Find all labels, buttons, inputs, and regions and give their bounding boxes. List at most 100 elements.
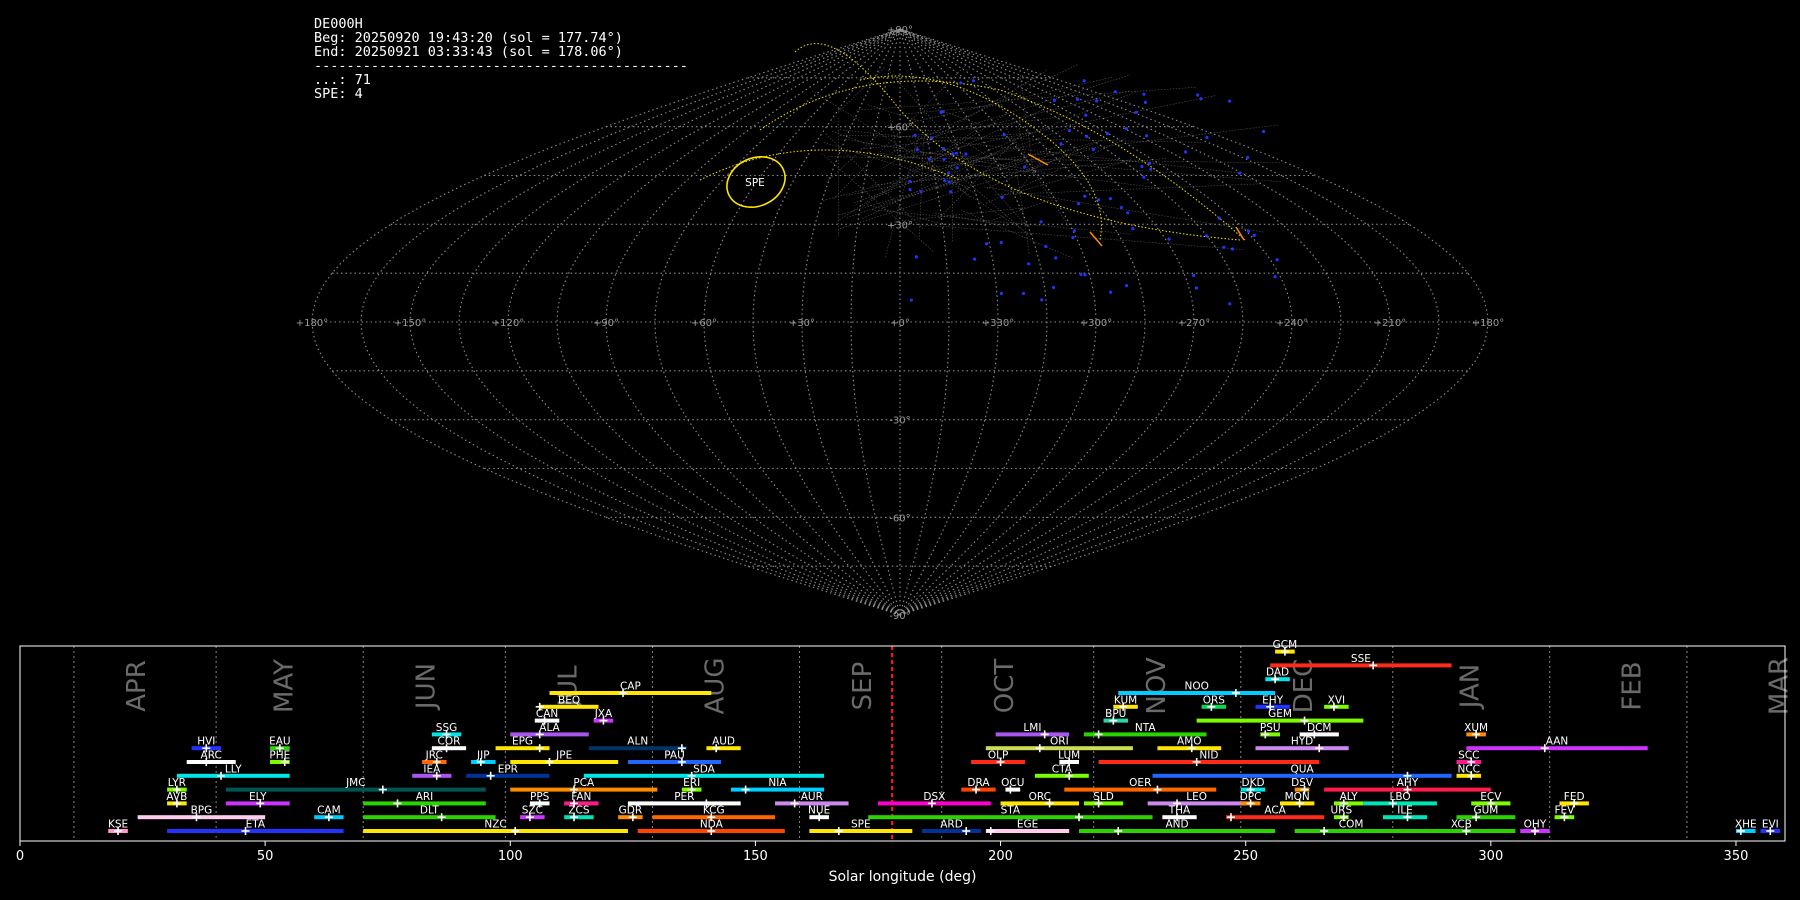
shower-code-label: DAD: [1266, 667, 1289, 679]
shower-code-label: DPC: [1240, 791, 1262, 803]
shower-code-label: ECV: [1480, 791, 1502, 803]
meteor-endpoint: [1082, 79, 1086, 83]
meteor-endpoint: [1084, 113, 1088, 117]
meteor-trail: [871, 191, 893, 200]
meteor-endpoint: [1205, 135, 1209, 140]
meteor-endpoint: [943, 179, 947, 183]
shower-code-label: ORS: [1203, 694, 1226, 706]
shower-code-label: PER: [674, 791, 694, 803]
shower-kse: KSE: [108, 819, 128, 835]
meteor-endpoint: [1149, 167, 1153, 171]
meteor-endpoint: [955, 166, 959, 170]
meteor-endpoint: [971, 79, 976, 83]
shower-code-label: SCC: [1458, 750, 1479, 762]
month-label: MAY: [269, 659, 299, 713]
shower-aan: AAN: [1466, 736, 1648, 753]
meteor-trail: [825, 133, 923, 230]
shower-code-label: AHY: [1397, 777, 1419, 789]
meteor-endpoint: [1246, 229, 1251, 233]
shower-code-label: BPG: [191, 805, 213, 817]
meteor-endpoint: [1125, 284, 1129, 288]
shower-code-label: JMC: [345, 777, 366, 789]
meteor-endpoint: [1142, 175, 1146, 179]
meteor-endpoint: [1140, 164, 1144, 169]
shower-gcm: GCM: [1273, 640, 1297, 656]
shower-aud: AUD: [706, 736, 741, 753]
shower-epr: EPR: [466, 763, 550, 780]
meteor-endpoint: [1143, 100, 1147, 104]
shower-code-label: ILE: [1397, 805, 1413, 817]
latitude-label: -30°: [889, 416, 910, 427]
shower-code-label: EPG: [512, 736, 533, 748]
shower-code-label: ELY: [249, 791, 267, 803]
meteor-endpoint: [1238, 171, 1242, 175]
meteor-endpoint: [947, 171, 951, 175]
shower-nid: NID: [1098, 750, 1320, 766]
longitude-label: +90°: [593, 318, 619, 329]
x-axis-label: Solar longitude (deg): [829, 869, 977, 885]
shower-timeline-chart: APR MAY JUN JUL AUG SEP OCT NOV DEC JAN FEB MARGCMS…: [16, 640, 1795, 885]
spe-meteor-trail: [859, 75, 1102, 241]
meteor-trail: [856, 87, 1196, 111]
shower-cta: CTA: [1034, 763, 1089, 780]
shower-code-label: LEO: [1186, 791, 1207, 803]
meteor-endpoint: [1228, 99, 1232, 103]
meteor-endpoint: [1095, 99, 1099, 103]
meteor-trail: [845, 138, 1046, 173]
shower-code-label: FED: [1564, 791, 1585, 803]
longitude-label: +0°: [890, 318, 910, 329]
meteor-endpoint: [913, 133, 917, 137]
shower-code-label: CAP: [620, 681, 641, 693]
shower-code-label: GDR: [619, 805, 643, 817]
meteor-endpoint: [1230, 247, 1234, 251]
meteor-endpoint: [1196, 93, 1200, 97]
shower-code-label: PPS: [530, 791, 550, 803]
meteor-trail: [985, 138, 1127, 205]
meteor-endpoint: [1262, 129, 1266, 134]
longitude-label: +270°: [1178, 318, 1210, 329]
meteor-trail: [908, 76, 1113, 124]
meteor-endpoint: [949, 190, 953, 194]
month-label: AUG: [701, 658, 731, 715]
meteor-trail: [916, 124, 1278, 170]
meteor-endpoint: [1000, 195, 1004, 199]
month-label: FEB: [1618, 661, 1648, 710]
meteor-trail: [951, 157, 954, 242]
shower-code-label: AVB: [166, 791, 187, 803]
meteor-endpoint: [1040, 298, 1044, 302]
shower-code-label: ARI: [416, 791, 434, 803]
meteor-endpoint: [1167, 237, 1171, 241]
meteor-endpoint: [999, 240, 1003, 245]
shower-code-label: NID: [1199, 750, 1218, 762]
meteor-trail: [918, 162, 1020, 228]
shower-code-label: NIA: [768, 777, 787, 789]
shower-leo: LEO: [1147, 791, 1246, 808]
shower-code-label: JPE: [555, 750, 572, 762]
shower-avb: AVB: [166, 791, 187, 808]
shower-ely: ELY: [225, 791, 290, 808]
shower-code-label: DLT: [420, 805, 439, 817]
shower-code-label: STA: [1001, 805, 1021, 817]
shower-nue: NUE: [808, 805, 830, 822]
shower-code-label: XHE: [1735, 819, 1757, 831]
meteor-endpoint: [1124, 126, 1128, 131]
shower-ard: ARD: [922, 819, 981, 835]
shower-code-label: SPE: [851, 819, 871, 831]
meteor-trail: [993, 183, 1261, 196]
meteor-endpoint: [1105, 132, 1110, 136]
meteor-endpoint: [1142, 92, 1146, 96]
shower-code-label: CAM: [317, 805, 341, 817]
meteor-endpoint: [1071, 236, 1075, 240]
meteor-endpoint: [1002, 133, 1006, 137]
shower-code-label: DSX: [923, 791, 945, 803]
longitude-label: +30°: [789, 318, 815, 329]
shower-dra: DRA: [961, 777, 996, 794]
meteor-trail: [887, 69, 1027, 227]
latitude-label: +90°: [887, 25, 913, 36]
meteor-trail: [1014, 159, 1030, 254]
meteor-trail: [967, 143, 1010, 171]
shower-ile: ILE: [1382, 805, 1428, 822]
shower-code-label: EAU: [269, 736, 291, 748]
meteor-endpoint: [1246, 155, 1250, 160]
meteor-endpoint: [951, 152, 955, 156]
